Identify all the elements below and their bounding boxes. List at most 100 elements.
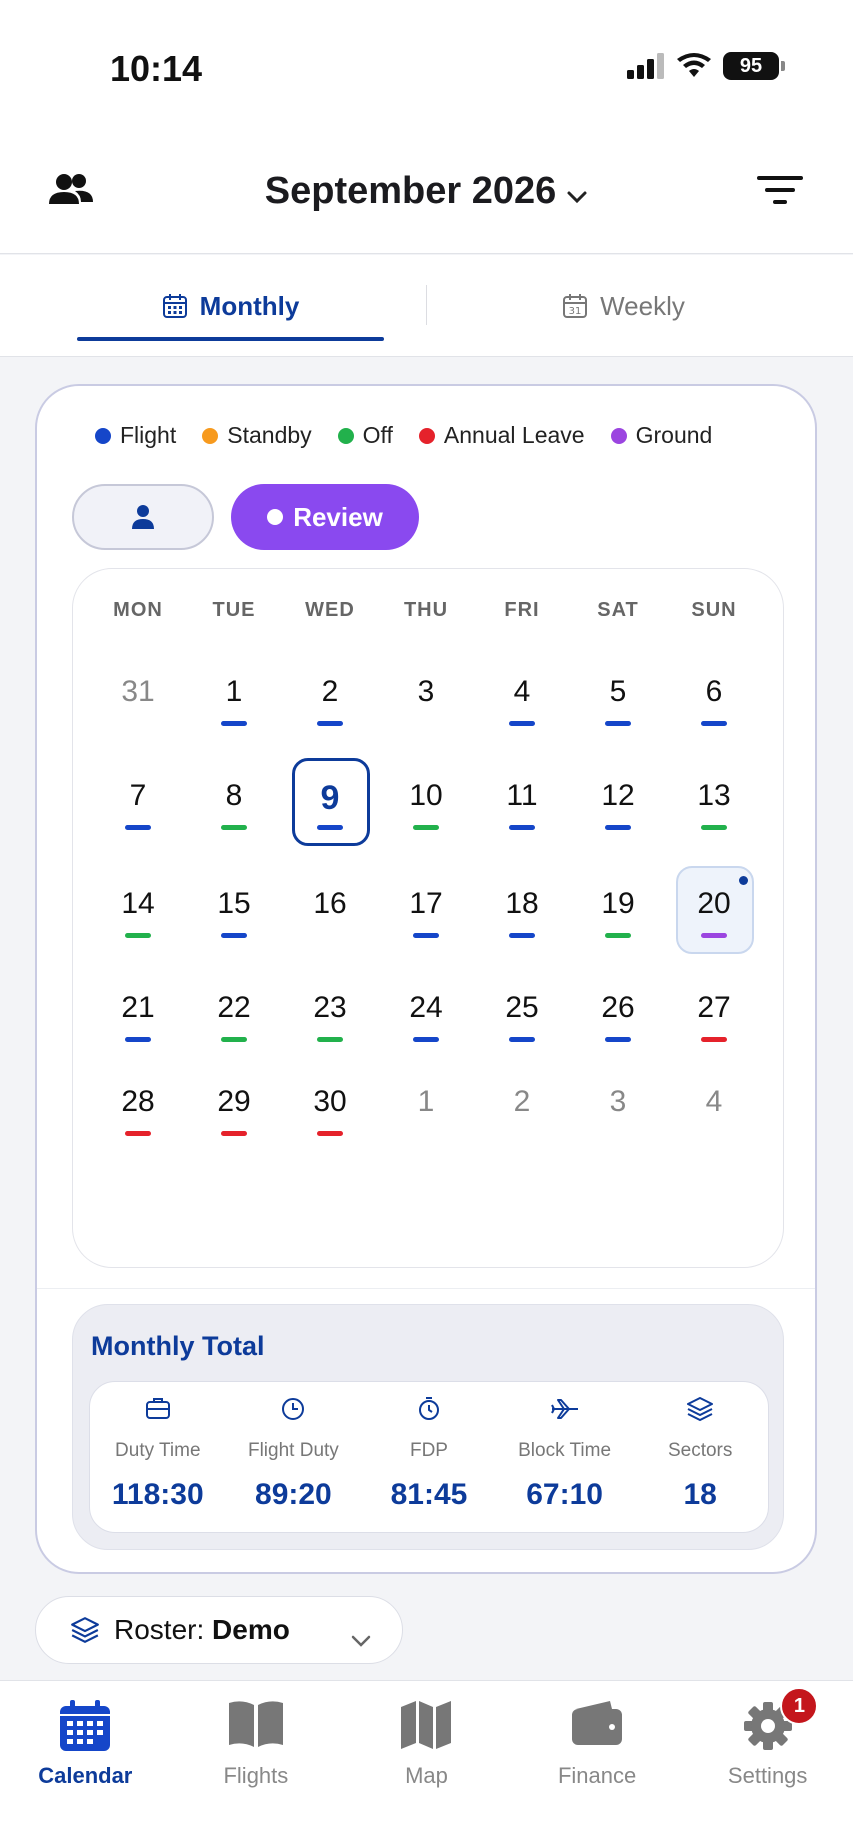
timer-icon (361, 1396, 497, 1422)
tab-separator (426, 285, 427, 325)
tab-label: Finance (557, 1763, 637, 1788)
month-selector[interactable]: September 2026 (0, 170, 853, 214)
duty-bar-leave (125, 1131, 151, 1136)
tab-finance[interactable]: Finance (512, 1681, 683, 1844)
view-tabs: Monthly 31 Weekly (0, 255, 853, 357)
metric-sectors: Sectors 18 (632, 1382, 768, 1532)
calendar-31-icon: 31 (563, 294, 588, 318)
day-number: 12 (601, 779, 635, 812)
briefcase-icon (90, 1396, 226, 1420)
day-number: 21 (121, 991, 155, 1024)
calendar-day[interactable]: 23 (282, 965, 378, 1065)
calendar-day[interactable]: 1 (186, 649, 282, 749)
calendar-day[interactable]: 29 (186, 1059, 282, 1159)
duty-bar-off (413, 825, 439, 830)
calendar-day[interactable]: 3 (570, 1059, 666, 1159)
tab-settings[interactable]: 1 Settings (682, 1681, 853, 1844)
calendar-day[interactable]: 2 (474, 1059, 570, 1159)
calendar-day-selected[interactable]: 20 (666, 861, 762, 961)
tab-label: Settings (727, 1763, 808, 1788)
day-number: 2 (321, 675, 339, 708)
roster-selector[interactable]: Roster: Demo (35, 1596, 403, 1664)
calendar-week: 31 1 2 3 4 5 6 (90, 649, 762, 749)
calendar-day[interactable]: 13 (666, 753, 762, 853)
metric-value: 67:10 (526, 1478, 603, 1511)
duty-bar-flight (509, 933, 535, 938)
tab-calendar[interactable]: Calendar (0, 1681, 171, 1844)
calendar-week: 7 8 9 10 11 12 13 (90, 753, 762, 853)
calendar-day[interactable]: 17 (378, 861, 474, 961)
tab-map[interactable]: Map (341, 1681, 512, 1844)
calendar-day[interactable]: 2 (282, 649, 378, 749)
calendar-day[interactable]: 3 (378, 649, 474, 749)
calendar-day[interactable]: 10 (378, 753, 474, 853)
calendar-day[interactable]: 15 (186, 861, 282, 961)
legend-label: Flight (120, 422, 177, 448)
calendar-day[interactable]: 4 (474, 649, 570, 749)
tab-monthly-label: Monthly (199, 290, 300, 321)
duty-bar-leave (221, 1131, 247, 1136)
calendar-day[interactable]: 24 (378, 965, 474, 1065)
calendar-day[interactable]: 28 (90, 1059, 186, 1159)
divider (37, 1288, 815, 1289)
airplane-icon (497, 1396, 633, 1422)
duty-bar-flight (317, 721, 343, 726)
calendar-day[interactable]: 8 (186, 753, 282, 853)
calendar-day[interactable]: 5 (570, 649, 666, 749)
calendar-day[interactable]: 27 (666, 965, 762, 1065)
tab-monthly[interactable]: Monthly (77, 255, 384, 357)
layers-icon (632, 1396, 768, 1422)
calendar-day-today[interactable]: 9 (282, 753, 378, 853)
weekday-sat: SAT (597, 599, 639, 621)
calendar-day[interactable]: 7 (90, 753, 186, 853)
weekday-thu: THU (403, 599, 449, 621)
calendar-day[interactable]: 22 (186, 965, 282, 1065)
legend-label: Ground (635, 422, 713, 448)
calendar-day[interactable]: 19 (570, 861, 666, 961)
user-filter-button[interactable] (72, 484, 214, 550)
metric-block-time: Block Time 67:10 (497, 1382, 633, 1532)
day-number: 3 (417, 675, 435, 708)
bottom-tab-bar: Calendar Flights Map Finance 1 Settings (0, 1680, 853, 1844)
metric-value: 89:20 (255, 1478, 332, 1511)
duty-bar-flight (509, 825, 535, 830)
calendar-day[interactable]: 4 (666, 1059, 762, 1159)
calendar-day[interactable]: 26 (570, 965, 666, 1065)
calendar-day[interactable]: 18 (474, 861, 570, 961)
filter-icon[interactable] (757, 176, 803, 211)
day-indicator-dot (739, 876, 748, 885)
chevron-down-icon (566, 171, 588, 214)
tab-label: Calendar (38, 1763, 133, 1788)
day-number: 10 (409, 779, 443, 812)
tab-label: Map (405, 1763, 448, 1788)
calendar-icon (0, 1699, 171, 1753)
day-number: 4 (705, 1085, 723, 1118)
day-number: 25 (505, 991, 539, 1024)
calendar-day[interactable]: 21 (90, 965, 186, 1065)
monthly-total-panel: Monthly Total Duty Time 118:30 Flight Du… (72, 1304, 784, 1550)
calendar-day[interactable]: 1 (378, 1059, 474, 1159)
calendar-day[interactable]: 11 (474, 753, 570, 853)
tab-flights[interactable]: Flights (171, 1681, 342, 1844)
calendar-day[interactable]: 16 (282, 861, 378, 961)
day-number: 5 (609, 675, 627, 708)
calendar-day[interactable]: 25 (474, 965, 570, 1065)
day-number: 28 (121, 1085, 155, 1118)
duty-bar-flight (701, 721, 727, 726)
tab-weekly[interactable]: 31 Weekly (470, 255, 777, 357)
calendar-day[interactable]: 14 (90, 861, 186, 961)
calendar-day[interactable]: 31 (90, 649, 186, 749)
clock-icon (226, 1396, 362, 1422)
wifi-icon (677, 53, 711, 77)
day-number: 31 (121, 675, 155, 708)
calendar-day[interactable]: 30 (282, 1059, 378, 1159)
metric-value: 18 (683, 1478, 717, 1511)
calendar-day[interactable]: 6 (666, 649, 762, 749)
tab-label: Flights (223, 1763, 289, 1788)
day-number: 29 (217, 1085, 251, 1118)
weekday-mon: MON (113, 599, 163, 621)
calendar-day[interactable]: 12 (570, 753, 666, 853)
duty-bar-flight (221, 933, 247, 938)
duty-bar-off (125, 933, 151, 938)
review-button[interactable]: Review (231, 484, 419, 550)
